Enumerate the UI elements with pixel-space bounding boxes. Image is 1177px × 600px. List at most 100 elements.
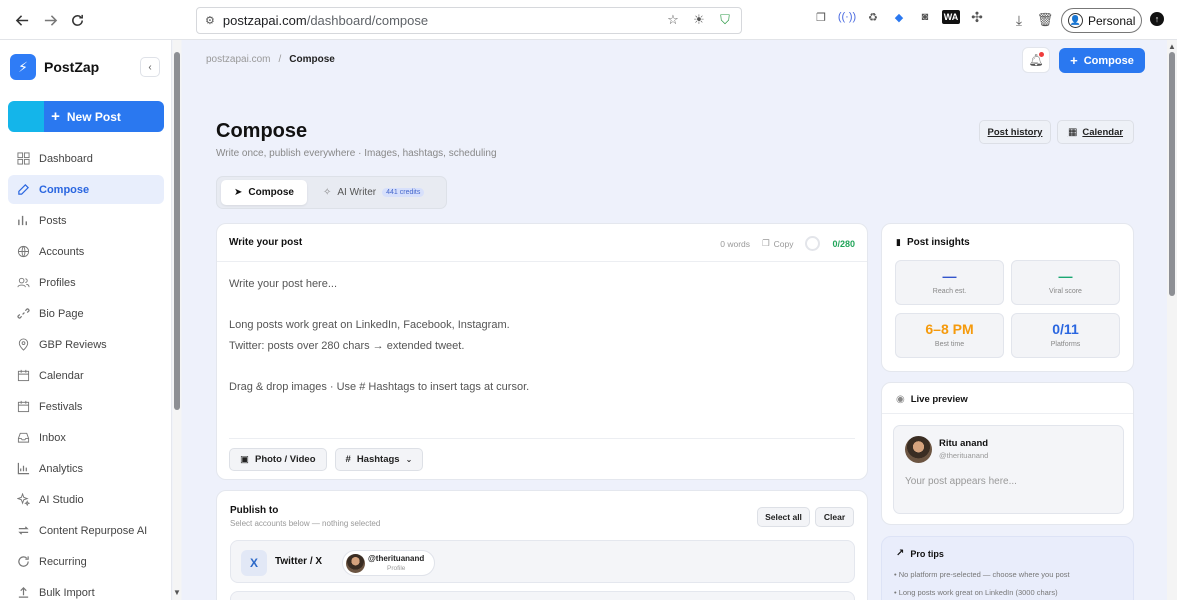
compose-button-label: Compose <box>1083 54 1134 67</box>
tag-extension-icon[interactable]: ◆ <box>890 8 908 26</box>
sidebar-item-inbox[interactable]: Inbox <box>8 423 164 452</box>
brand[interactable]: ⚡ PostZap <box>10 54 99 80</box>
new-post-button[interactable]: + New Post <box>8 101 164 132</box>
post-textarea[interactable]: Write your post here... Long posts work … <box>229 274 855 397</box>
site-info-icon[interactable]: ⚙ <box>205 14 215 27</box>
editor-line: Drag & drop images · Use # Hashtags to i… <box>229 380 530 393</box>
scroll-up-arrow-icon[interactable]: ▲ <box>1168 42 1176 51</box>
sidebar-item-dashboard[interactable]: Dashboard <box>8 144 164 173</box>
sidebar-item-compose[interactable]: Compose <box>8 175 164 204</box>
editor-line <box>229 356 855 377</box>
repeat-icon <box>16 524 30 538</box>
hashtags-label: Hashtags <box>356 454 400 465</box>
clear-label: Clear <box>823 512 846 522</box>
plus-icon: + <box>51 108 60 125</box>
trending-up-icon: ↗ <box>896 548 905 559</box>
photo-video-button[interactable]: ▣ Photo / Video <box>229 448 327 471</box>
shield-check-icon[interactable]: ⛉ <box>717 12 733 28</box>
editor-meta: 0 words ❐ Copy 0/280 <box>720 236 855 251</box>
profile-button[interactable]: 👤 Personal <box>1061 8 1142 33</box>
main-content: postzapai.com / Compose 🔔︎ + Compose Com… <box>182 40 1167 600</box>
tip-text: Long posts work great on LinkedIn (3000 … <box>898 588 1058 597</box>
sidebar-scrollbar[interactable]: ▼ <box>173 40 181 600</box>
char-progress-ring <box>805 236 821 251</box>
account-row-twitter[interactable]: X Twitter / X @therituanand Profile <box>230 540 855 583</box>
wave-extension-icon[interactable]: ((·)) <box>838 8 856 26</box>
compose-button[interactable]: + Compose <box>1059 48 1145 73</box>
publish-subtitle: Select accounts below — nothing selected <box>230 519 381 528</box>
sidebar-item-label: Content Repurpose AI <box>39 524 148 537</box>
plus-icon: + <box>1070 53 1078 68</box>
sidebar-item-bio-page[interactable]: Bio Page <box>8 299 164 328</box>
reload-icon[interactable] <box>63 6 91 34</box>
browser-toolbar: ⚙ postzapai.com /dashboard/compose ☆ ☀ ⛉… <box>0 0 1177 40</box>
sidebar-item-recurring[interactable]: Recurring <box>8 547 164 576</box>
forward-arrow-icon[interactable] <box>36 6 64 34</box>
tab-ai-writer[interactable]: ✧ AI Writer 441 credits <box>321 180 443 205</box>
refresh-icon <box>16 555 30 569</box>
select-all-button[interactable]: Select all <box>757 507 810 527</box>
hashtags-dropdown[interactable]: # Hashtags ⌄ <box>334 448 424 471</box>
publish-to-card: Publish to Select accounts below — nothi… <box>216 490 868 600</box>
copy-extension-icon[interactable]: ❐ <box>812 8 830 26</box>
preview-text: Your post appears here... <box>905 476 1017 487</box>
camera-extension-icon[interactable]: ◙ <box>916 8 934 26</box>
select-all-label: Select all <box>765 512 802 522</box>
divider <box>217 261 867 262</box>
avatar <box>346 554 365 573</box>
editor-line: Twitter: posts over 280 chars → extended… <box>229 339 465 352</box>
sidebar-item-festivals[interactable]: Festivals <box>8 392 164 421</box>
metric-label: Viral score <box>1049 288 1082 295</box>
tip-item: • Long posts work great on LinkedIn (300… <box>894 588 1058 597</box>
metric-label: Reach est. <box>932 288 967 295</box>
main-scrollbar[interactable]: ▲ <box>1167 40 1177 600</box>
metric-viral-score: — Viral score <box>1011 260 1120 305</box>
bar-chart-icon: ▮ <box>896 237 901 247</box>
sidebar-scrollbar-thumb[interactable] <box>174 52 180 410</box>
update-arrow-icon[interactable]: ↑ <box>1150 12 1164 26</box>
sidebar-item-ai-studio[interactable]: AI Studio <box>8 485 164 514</box>
account-chip[interactable]: @therituanand Profile <box>342 550 435 576</box>
x-logo-icon: X <box>241 550 267 576</box>
link-icon <box>16 307 30 321</box>
sidebar-item-analytics[interactable]: Analytics <box>8 454 164 483</box>
publish-title: Publish to <box>230 505 279 516</box>
trash-icon[interactable]: 🗑 <box>1036 11 1054 29</box>
sidebar-item-bulk-import[interactable]: Bulk Import <box>8 578 164 600</box>
sidebar-item-accounts[interactable]: Accounts <box>8 237 164 266</box>
account-row[interactable] <box>230 591 855 600</box>
sidebar-item-content-repurpose-ai[interactable]: Content Repurpose AI <box>8 516 164 545</box>
collapse-sidebar-button[interactable]: ‹ <box>140 57 160 77</box>
copy-button[interactable]: ❐ Copy <box>762 238 793 249</box>
sidebar-item-posts[interactable]: Posts <box>8 206 164 235</box>
sidebar-item-calendar[interactable]: Calendar <box>8 361 164 390</box>
sidebar-item-profiles[interactable]: Profiles <box>8 268 164 297</box>
sidebar-item-label: Profiles <box>39 276 76 289</box>
wa-extension-icon[interactable]: WA <box>942 10 960 24</box>
sparkle-icon: ✧ <box>323 187 332 198</box>
divider <box>229 438 855 439</box>
clear-button[interactable]: Clear <box>815 507 854 527</box>
bookmark-star-icon[interactable]: ☆ <box>665 12 681 28</box>
preview-name: Ritu anand <box>939 438 989 449</box>
main-scrollbar-thumb[interactable] <box>1169 52 1175 296</box>
eye-icon: ◉ <box>896 394 905 405</box>
sidebar-item-label: Compose <box>39 183 90 196</box>
editor-line <box>229 295 855 316</box>
back-arrow-icon[interactable] <box>8 6 36 34</box>
breadcrumb-root[interactable]: postzapai.com <box>206 54 270 65</box>
sun-icon[interactable]: ☀ <box>691 12 707 28</box>
recycle-extension-icon[interactable]: ♻ <box>864 8 882 26</box>
sidebar-item-gbp-reviews[interactable]: GBP Reviews <box>8 330 164 359</box>
address-bar[interactable]: ⚙ postzapai.com /dashboard/compose ☆ ☀ ⛉ <box>196 7 742 34</box>
post-history-button[interactable]: Post history <box>979 120 1051 144</box>
word-count: 0 words <box>720 238 750 249</box>
notifications-button[interactable]: 🔔︎ <box>1022 47 1050 73</box>
tab-compose[interactable]: ➤ Compose <box>221 180 307 205</box>
calendar-button[interactable]: ▦ Calendar <box>1057 120 1134 144</box>
scroll-down-arrow-icon[interactable]: ▼ <box>173 588 181 597</box>
metric-platforms: 0/11 Platforms <box>1011 313 1120 358</box>
download-icon[interactable]: ⤓ <box>1010 11 1028 29</box>
sidebar-item-label: Recurring <box>39 555 87 568</box>
puzzle-extensions-icon[interactable]: ✣ <box>968 8 986 26</box>
